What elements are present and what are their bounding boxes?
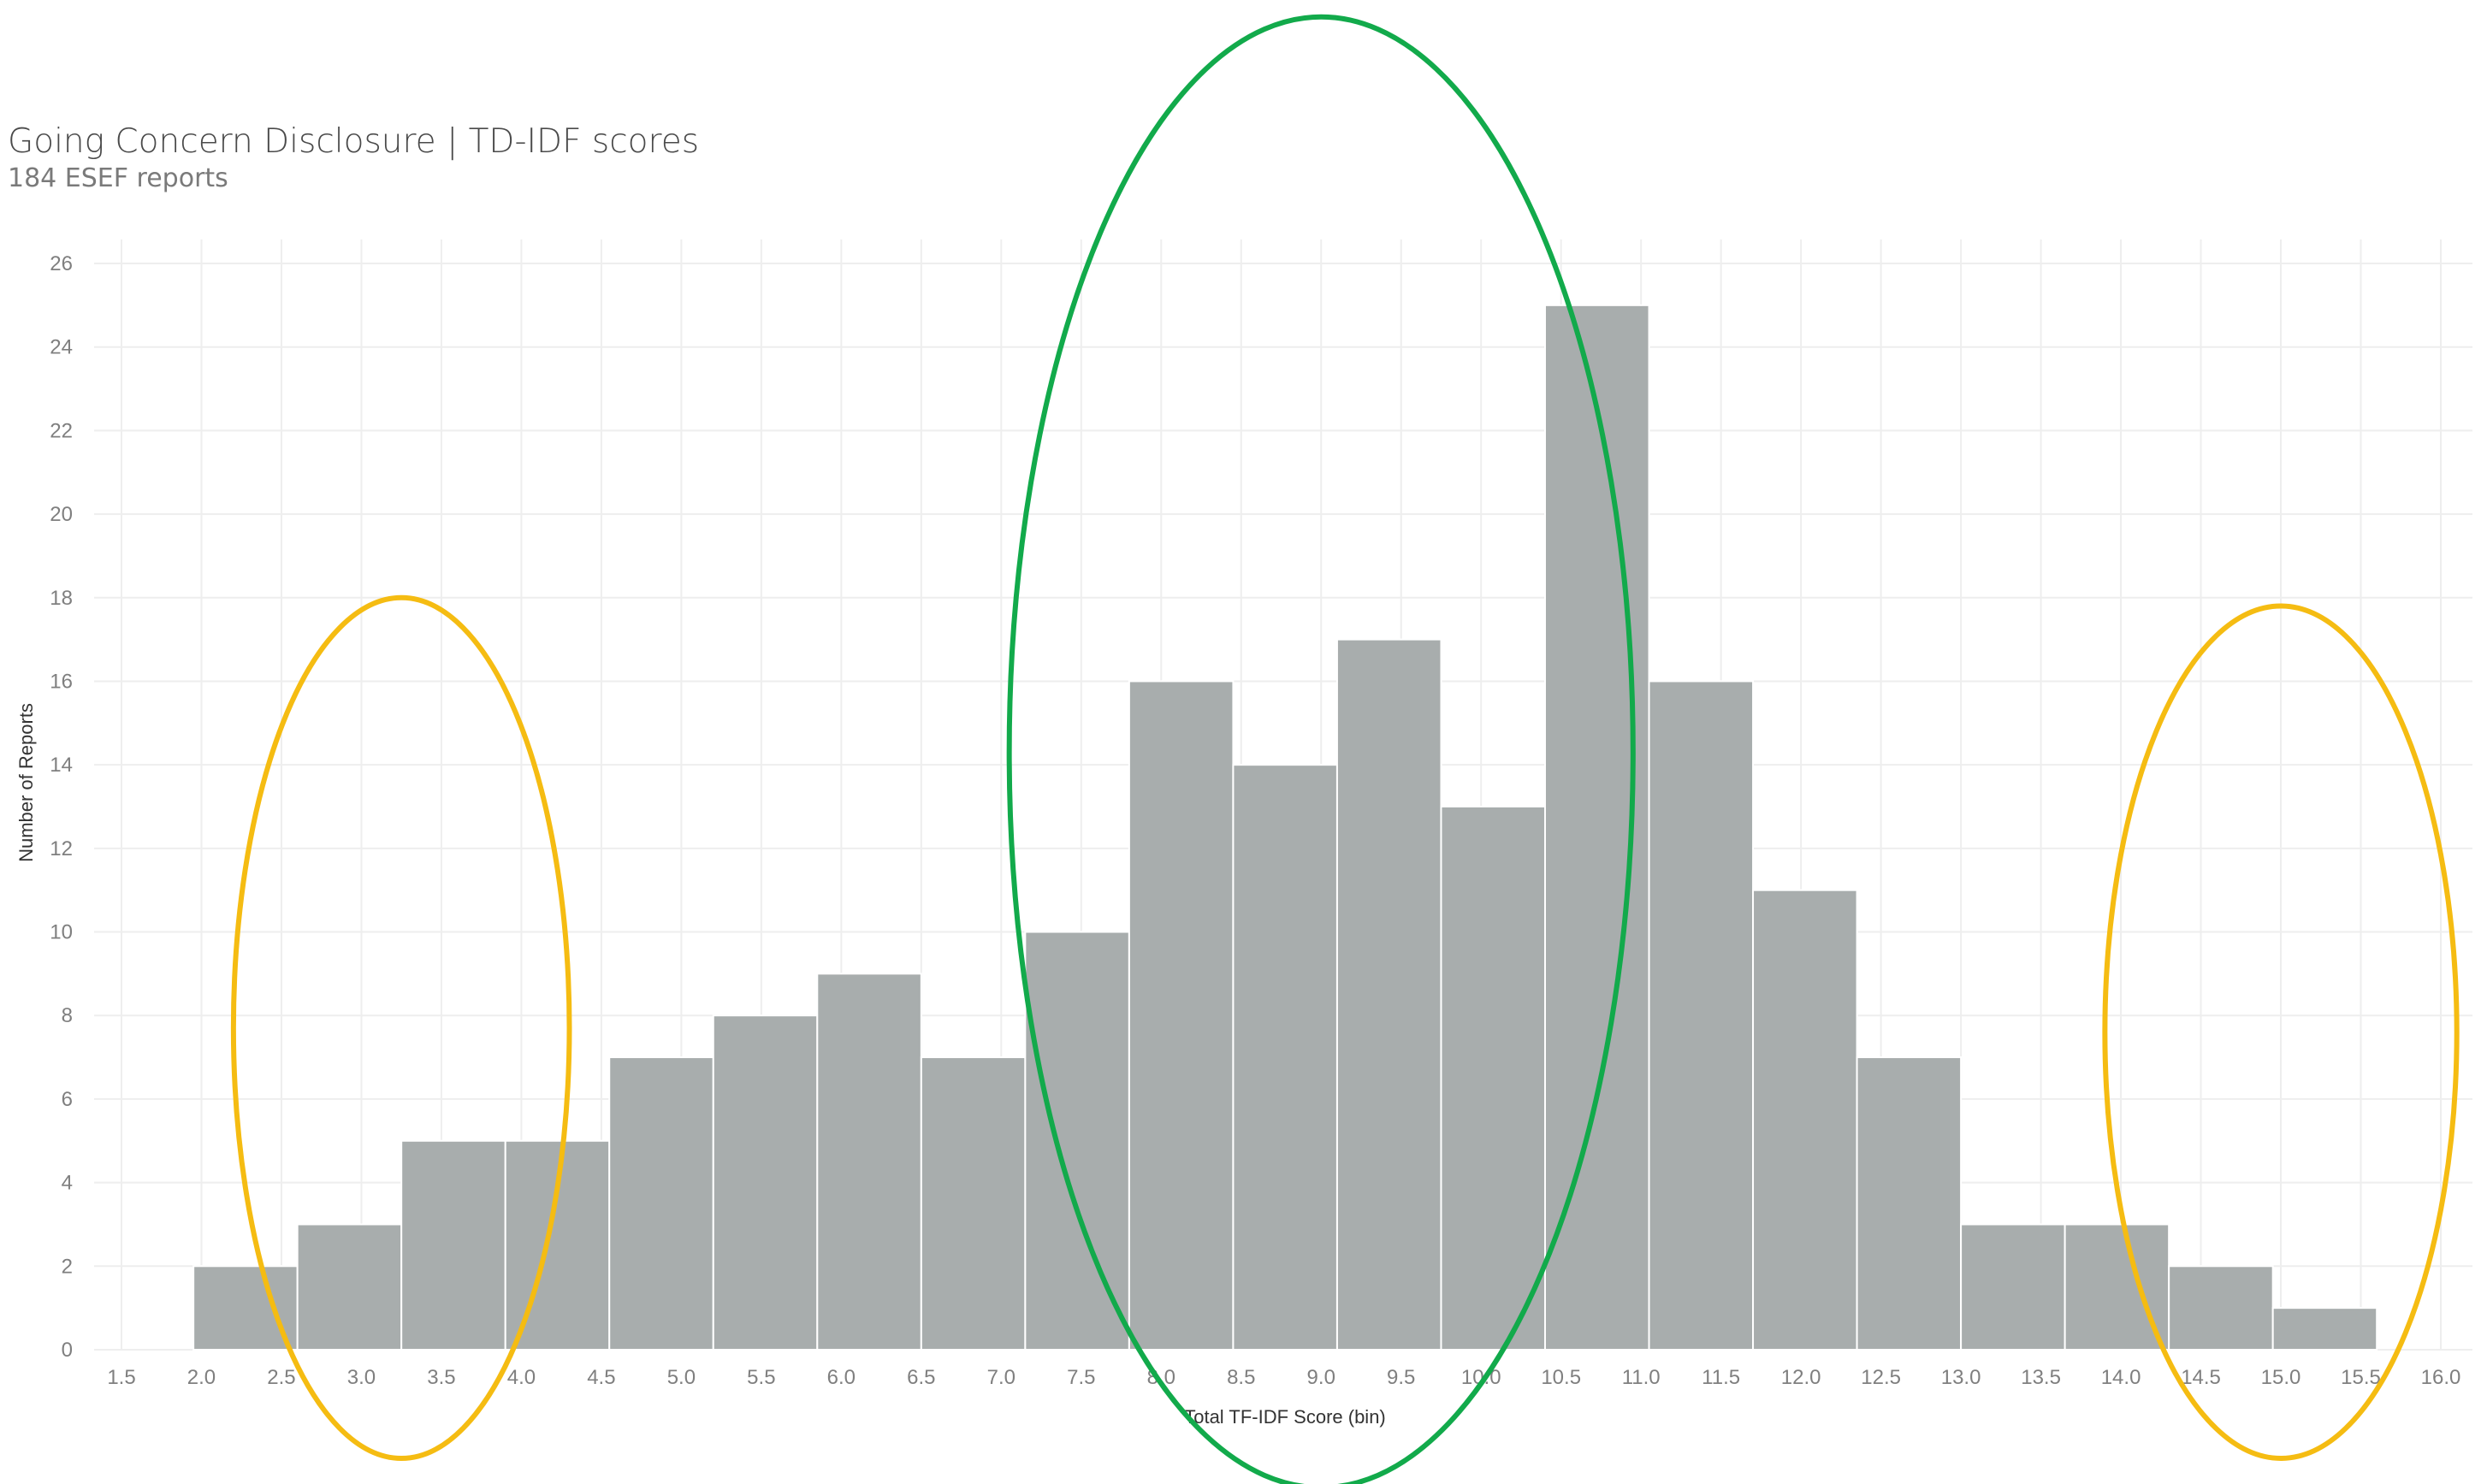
histogram-bar — [1128, 680, 1235, 1351]
x-tick-label: 15.0 — [2261, 1366, 2301, 1389]
y-tick-label: 12 — [50, 837, 73, 860]
x-tick-label: 4.5 — [587, 1366, 615, 1389]
y-tick-label: 14 — [50, 754, 73, 777]
y-tick-label: 26 — [50, 252, 73, 275]
x-tick-label: 12.5 — [1861, 1366, 1901, 1389]
histogram-bar — [1752, 889, 1858, 1351]
x-tick-label: 4.0 — [507, 1366, 536, 1389]
x-tick-label: 3.0 — [347, 1366, 376, 1389]
y-tick-label: 20 — [50, 503, 73, 526]
x-tick-label: 9.5 — [1387, 1366, 1415, 1389]
x-tick-label: 14.5 — [2181, 1366, 2221, 1389]
y-tick-label: 16 — [50, 670, 73, 693]
x-tick-label: 2.0 — [187, 1366, 216, 1389]
y-axis-label: Number of Reports — [15, 703, 37, 862]
histogram-bar — [2168, 1265, 2274, 1351]
x-tick-label: 3.5 — [427, 1366, 455, 1389]
histogram-bar — [1648, 680, 1755, 1351]
y-tick-label: 24 — [50, 336, 73, 359]
y-tick-label: 4 — [62, 1172, 73, 1195]
histogram-bar — [1024, 931, 1130, 1351]
x-tick-label: 9.0 — [1307, 1366, 1335, 1389]
x-tick-label: 15.5 — [2341, 1366, 2381, 1389]
x-tick-label: 16.0 — [2421, 1366, 2461, 1389]
histogram-bar — [920, 1056, 1027, 1351]
y-tick-label: 8 — [62, 1004, 73, 1027]
y-tick-label: 0 — [62, 1339, 73, 1362]
histogram-bar — [400, 1139, 506, 1351]
x-tick-label: 8.5 — [1227, 1366, 1255, 1389]
x-tick-label: 5.0 — [667, 1366, 696, 1389]
x-tick-label: 11.5 — [1702, 1366, 1740, 1389]
x-tick-label: 10.5 — [1541, 1366, 1581, 1389]
x-tick-label: 2.5 — [267, 1366, 295, 1389]
histogram-bar — [1856, 1056, 1963, 1351]
histogram-bar — [1960, 1223, 2066, 1351]
x-tick-label: 6.5 — [907, 1366, 935, 1389]
histogram-bar — [1335, 638, 1442, 1351]
histogram-bar — [816, 973, 922, 1351]
histogram-bar — [712, 1014, 819, 1351]
x-tick-label: 13.0 — [1941, 1366, 1981, 1389]
histogram-chart: 02468101214161820222426 1.5 2.0 2.5 3.0 3.5 4… — [15, 15, 2472, 1484]
x-tick-label: 13.5 — [2021, 1366, 2061, 1389]
histogram-bar — [608, 1056, 714, 1351]
x-tick-label: 7.0 — [987, 1366, 1016, 1389]
y-axis-ticks: 02468101214161820222426 — [50, 252, 73, 1362]
x-tick-label: 12.0 — [1781, 1366, 1821, 1389]
x-tick-label: 6.0 — [827, 1366, 856, 1389]
y-tick-label: 6 — [62, 1088, 73, 1111]
y-tick-label: 18 — [50, 587, 73, 610]
x-tick-label: 7.5 — [1067, 1366, 1095, 1389]
histogram-bar — [1232, 764, 1338, 1351]
x-tick-label: 1.5 — [107, 1366, 135, 1389]
y-tick-label: 22 — [50, 419, 73, 442]
y-tick-label: 2 — [62, 1255, 73, 1278]
x-axis-ticks: 1.5 2.0 2.5 3.0 3.5 4.0 4.5 5.0 5.5 6.0 6.5 7.0 7.5 8… — [107, 1366, 2460, 1389]
y-tick-label: 10 — [50, 921, 73, 944]
x-axis-label: Total TF-IDF Score (bin) — [1184, 1406, 1386, 1428]
histogram-bar — [2271, 1307, 2378, 1351]
histogram-bar — [296, 1223, 403, 1351]
x-tick-label: 5.5 — [747, 1366, 775, 1389]
x-tick-label: 11.0 — [1622, 1366, 1661, 1389]
x-tick-label: 14.0 — [2101, 1366, 2141, 1389]
histogram-bar — [1440, 806, 1546, 1351]
